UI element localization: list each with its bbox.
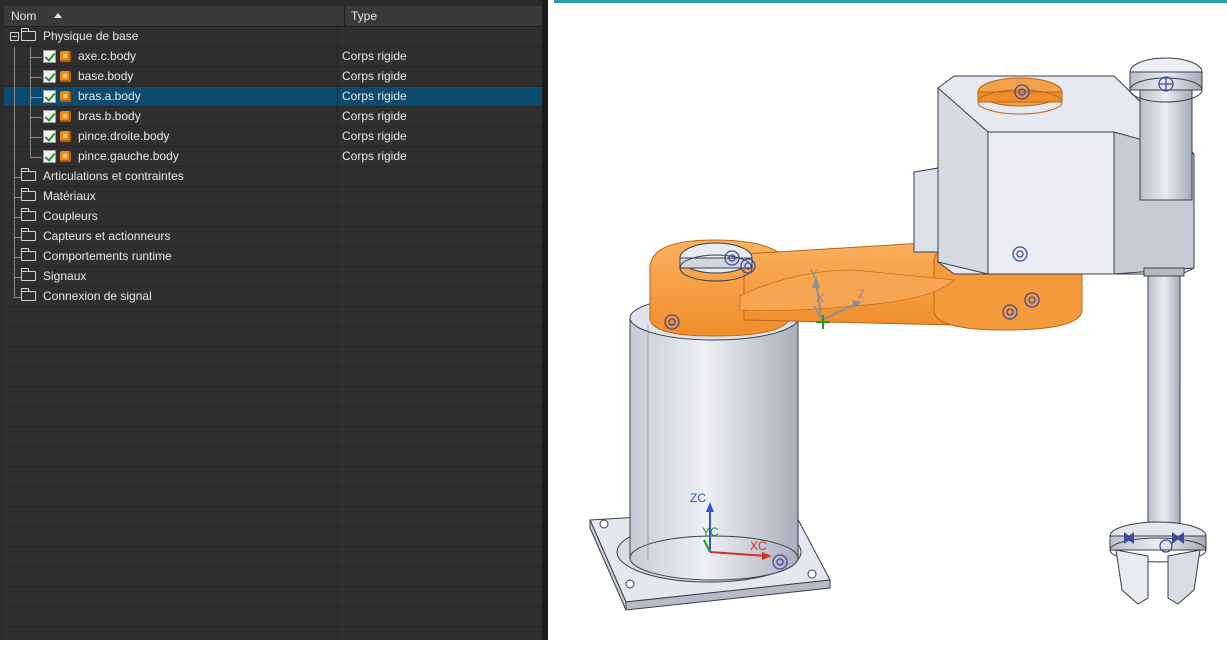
empty-row: [4, 607, 542, 627]
empty-row: [4, 627, 542, 640]
body-type: Corps rigide: [342, 149, 407, 163]
rigid-body-icon: [60, 91, 71, 102]
tree-row-body[interactable]: pince.droite.body Corps rigide: [4, 127, 542, 147]
global-axis-yc-label: YC: [702, 525, 719, 539]
empty-row: [4, 407, 542, 427]
group-label: Signaux: [43, 269, 87, 283]
group-label: Physique de base: [43, 29, 139, 43]
physics-navigator-tree: Nom Type Physique de base axe.c.body Cor…: [4, 6, 542, 640]
empty-row: [4, 307, 542, 327]
body-label: bras.a.body: [78, 89, 141, 103]
3d-viewport[interactable]: Y X Z ZC YC XC: [554, 0, 1227, 640]
group-label: Connexion de signal: [43, 289, 152, 303]
local-axis-z-label: Z: [858, 287, 865, 301]
column-header-type[interactable]: Type: [345, 6, 542, 26]
sort-ascending-icon: [54, 13, 62, 18]
empty-row: [4, 367, 542, 387]
column-header-name[interactable]: Nom: [4, 6, 345, 26]
body-label: pince.gauche.body: [78, 149, 179, 163]
checkbox-checked-icon[interactable]: [43, 70, 56, 83]
column-type-label: Type: [351, 9, 378, 23]
group-label: Comportements runtime: [43, 249, 172, 263]
empty-row: [4, 467, 542, 487]
body-type: Corps rigide: [342, 129, 407, 143]
tree-row-group[interactable]: Connexion de signal: [4, 287, 542, 307]
rigid-body-icon: [60, 111, 71, 122]
checkbox-checked-icon[interactable]: [43, 90, 56, 103]
tree-row-group[interactable]: Articulations et contraintes: [4, 167, 542, 187]
empty-row: [4, 527, 542, 547]
body-label: pince.droite.body: [78, 129, 170, 143]
checkbox-checked-icon[interactable]: [43, 130, 56, 143]
tree-row-group[interactable]: Physique de base: [4, 27, 542, 47]
rigid-body-icon: [60, 151, 71, 162]
empty-row: [4, 547, 542, 567]
body-label: base.body: [78, 69, 134, 83]
body-type: Corps rigide: [342, 49, 407, 63]
tree-row-body-selected[interactable]: bras.a.body Corps rigide: [4, 87, 542, 107]
vertical-shaft[interactable]: [1129, 57, 1203, 531]
body-label: bras.b.body: [78, 109, 141, 123]
global-axis-zc-label: ZC: [690, 491, 706, 505]
empty-rows: [4, 307, 542, 640]
robot-model-view[interactable]: Y X Z ZC YC XC: [554, 0, 1227, 640]
rigid-body-icon: [60, 131, 71, 142]
group-label: Coupleurs: [43, 209, 98, 223]
checkbox-checked-icon[interactable]: [43, 110, 56, 123]
column-name-label: Nom: [11, 9, 37, 23]
body-type: Corps rigide: [342, 109, 407, 123]
empty-row: [4, 327, 542, 347]
local-axis-x-label: X: [816, 291, 824, 305]
navigator-panel: Nom Type Physique de base axe.c.body Cor…: [0, 0, 548, 640]
tree-row-group[interactable]: Comportements runtime: [4, 247, 542, 267]
folder-icon: [21, 268, 36, 281]
folder-icon: [21, 228, 36, 241]
folder-icon: [21, 288, 36, 301]
tree-row-body[interactable]: base.body Corps rigide: [4, 67, 542, 87]
body-type: Corps rigide: [342, 69, 407, 83]
collapse-icon[interactable]: [10, 32, 19, 41]
viewport-top-accent: [554, 0, 1227, 3]
group-label: Articulations et contraintes: [43, 169, 184, 183]
empty-row: [4, 487, 542, 507]
checkbox-checked-icon[interactable]: [43, 50, 56, 63]
folder-icon: [21, 208, 36, 221]
body-type: Corps rigide: [342, 89, 407, 103]
tree-row-group[interactable]: Matériaux: [4, 187, 542, 207]
folder-icon: [21, 28, 36, 41]
tree-row-group[interactable]: Signaux: [4, 267, 542, 287]
empty-row: [4, 347, 542, 367]
folder-icon: [21, 248, 36, 261]
empty-row: [4, 567, 542, 587]
empty-row: [4, 587, 542, 607]
group-label: Matériaux: [43, 189, 96, 203]
rigid-body-icon: [60, 71, 71, 82]
empty-row: [4, 447, 542, 467]
folder-icon: [21, 168, 36, 181]
tree-row-body[interactable]: axe.c.body Corps rigide: [4, 47, 542, 67]
tree-row-body[interactable]: pince.gauche.body Corps rigide: [4, 147, 542, 167]
tree-row-group[interactable]: Capteurs et actionneurs: [4, 227, 542, 247]
group-label: Capteurs et actionneurs: [43, 229, 171, 243]
empty-row: [4, 507, 542, 527]
local-axis-y-label: Y: [810, 267, 818, 281]
body-label: axe.c.body: [78, 49, 137, 63]
folder-icon: [21, 188, 36, 201]
tree-row-group[interactable]: Coupleurs: [4, 207, 542, 227]
checkbox-checked-icon[interactable]: [43, 150, 56, 163]
empty-row: [4, 427, 542, 447]
rigid-body-icon: [60, 51, 71, 62]
global-axis-xc-label: XC: [750, 539, 767, 553]
tree-header: Nom Type: [4, 6, 542, 27]
empty-row: [4, 387, 542, 407]
tree-row-body[interactable]: bras.b.body Corps rigide: [4, 107, 542, 127]
